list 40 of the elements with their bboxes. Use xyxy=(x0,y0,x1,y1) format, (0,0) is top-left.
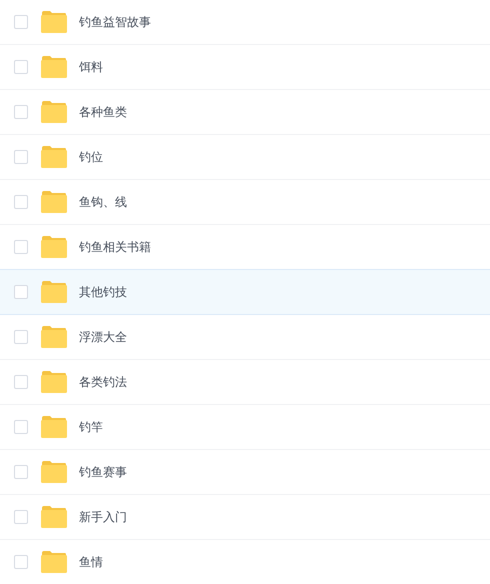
checkbox[interactable] xyxy=(14,330,28,344)
folder-icon xyxy=(41,101,67,123)
checkbox[interactable] xyxy=(14,150,28,164)
checkbox[interactable] xyxy=(14,195,28,209)
folder-name[interactable]: 钓鱼赛事 xyxy=(79,464,127,480)
folder-name[interactable]: 饵料 xyxy=(79,58,103,76)
folder-icon xyxy=(41,326,67,348)
checkbox[interactable] xyxy=(14,375,28,389)
checkbox[interactable] xyxy=(14,420,28,434)
folder-icon xyxy=(41,236,67,258)
checkbox[interactable] xyxy=(14,240,28,254)
folder-name[interactable]: 新手入门 xyxy=(79,508,127,526)
folder-name[interactable]: 钓鱼相关书籍 xyxy=(79,238,151,256)
folder-icon xyxy=(41,551,67,573)
checkbox[interactable] xyxy=(14,465,28,479)
folder-icon xyxy=(41,191,67,213)
folder-name[interactable]: 钓竿 xyxy=(79,418,103,436)
checkbox[interactable] xyxy=(14,105,28,119)
folder-name[interactable]: 各类钓法 xyxy=(79,374,127,390)
checkbox[interactable] xyxy=(14,510,28,524)
folder-icon xyxy=(41,11,67,33)
folder-icon xyxy=(41,416,67,438)
folder-name[interactable]: 钓鱼益智故事 xyxy=(79,14,151,30)
checkbox[interactable] xyxy=(14,15,28,29)
folder-icon xyxy=(41,281,67,303)
folder-icon xyxy=(41,506,67,528)
checkbox[interactable] xyxy=(14,60,28,74)
folder-name[interactable]: 鱼钩、线 xyxy=(79,194,127,210)
folder-name[interactable]: 浮漂大全 xyxy=(79,328,127,346)
folder-icon xyxy=(41,371,67,393)
folder-icon xyxy=(41,56,67,78)
folder-name[interactable]: 各种鱼类 xyxy=(79,104,127,120)
folder-name[interactable]: 其他钓技 xyxy=(79,284,127,300)
checkbox[interactable] xyxy=(14,555,28,569)
folder-name[interactable]: 鱼情 xyxy=(79,554,103,570)
folder-icon xyxy=(41,461,67,483)
checkbox[interactable] xyxy=(14,285,28,299)
folder-row[interactable]: 其他钓技 xyxy=(0,270,490,315)
folder-icon xyxy=(41,146,67,168)
folder-name[interactable]: 钓位 xyxy=(79,148,103,166)
